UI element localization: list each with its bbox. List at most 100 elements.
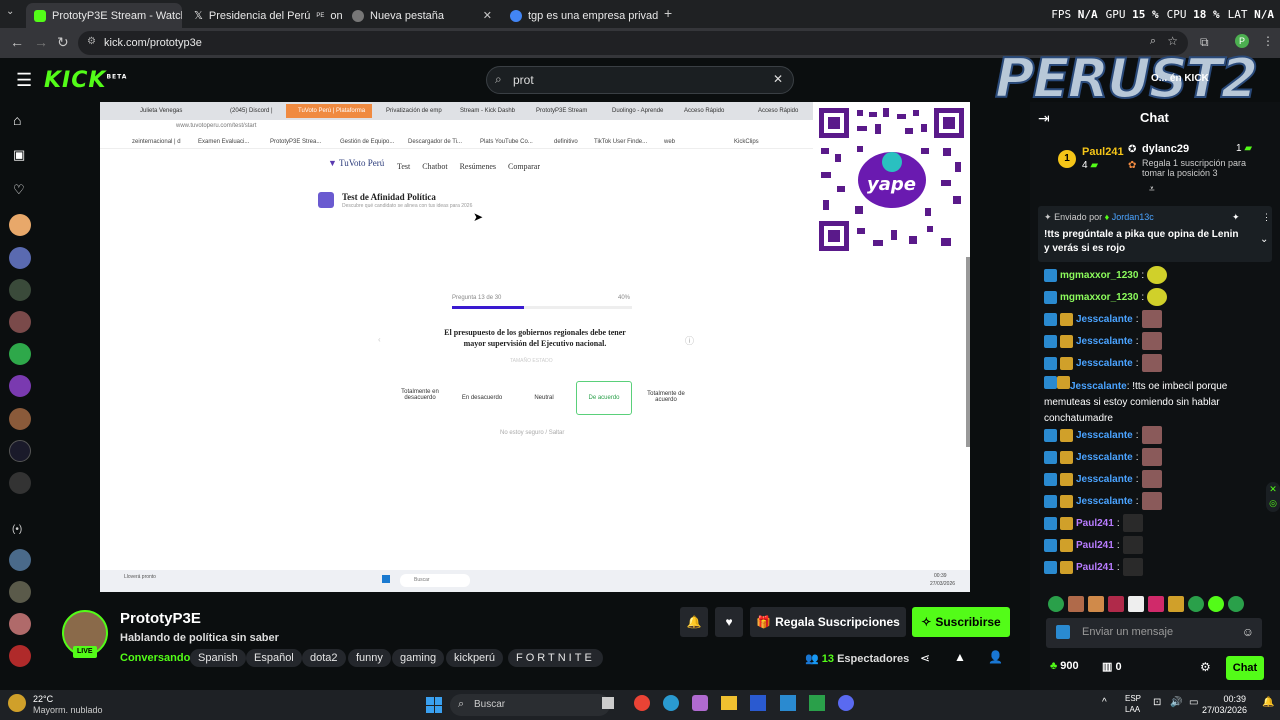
scrollbar[interactable]: [966, 257, 970, 447]
info-icon[interactable]: ⓘ: [685, 334, 694, 347]
tag-chip[interactable]: funny: [348, 649, 391, 667]
volume-icon[interactable]: 🔊: [1170, 697, 1182, 708]
windows-start-icon[interactable]: [426, 697, 442, 713]
emote-icon[interactable]: [1168, 596, 1184, 612]
chat-username[interactable]: Jesscalante: [1076, 314, 1133, 325]
emote-icon[interactable]: [1088, 596, 1104, 612]
emote-icon[interactable]: [1108, 596, 1124, 612]
chat-username[interactable]: Paul241: [1076, 518, 1114, 529]
chevron-down-icon[interactable]: ⌄: [1260, 234, 1268, 245]
gift-subs-button[interactable]: 🎁 Regala Suscripciones: [750, 607, 906, 637]
followed-channel-avatar[interactable]: [9, 247, 31, 269]
gift-count[interactable]: ▥ 0: [1102, 660, 1122, 673]
tab-search-icon[interactable]: ⌄: [6, 6, 14, 17]
answer-option[interactable]: Totalmente de acuerdo: [638, 391, 694, 403]
recommended-channel-avatar[interactable]: [9, 581, 31, 603]
clock-date[interactable]: 27/03/2026: [1202, 705, 1247, 715]
followed-channel-avatar[interactable]: [9, 472, 31, 494]
report-icon[interactable]: ▲: [954, 650, 966, 664]
chat-username[interactable]: Paul241: [1076, 540, 1114, 551]
unpin-icon[interactable]: ✦: [1232, 212, 1240, 223]
browse-icon[interactable]: ▣: [13, 147, 25, 163]
chat-username[interactable]: Jesscalante: [1076, 452, 1133, 463]
network-icon[interactable]: ⊡: [1153, 697, 1161, 708]
chat-username[interactable]: Jesscalante: [1076, 336, 1133, 347]
chrome-icon[interactable]: [634, 695, 650, 711]
tag-chip[interactable]: gaming: [392, 649, 445, 667]
recommended-channel-avatar[interactable]: [9, 613, 31, 635]
tag-chip[interactable]: dota2: [302, 649, 346, 667]
chat-username[interactable]: Jesscalante: [1076, 358, 1133, 369]
subscribe-button[interactable]: ✧ Suscribirse: [912, 607, 1010, 637]
followed-channel-avatar[interactable]: [9, 343, 31, 365]
tab-tgp[interactable]: tgp es una empresa privada o p ✕: [502, 3, 658, 28]
user-settings-icon[interactable]: 👤: [988, 650, 1003, 664]
chat-input[interactable]: Enviar un mensaje ☺: [1046, 618, 1262, 648]
recommended-channel-avatar[interactable]: [9, 645, 31, 667]
reload-icon[interactable]: ↻: [57, 34, 69, 51]
following-heart-icon[interactable]: ♡: [13, 182, 25, 198]
chat-username[interactable]: Jesscalante: [1070, 381, 1127, 392]
menu-icon[interactable]: ⋮: [1262, 34, 1274, 48]
emote-icon[interactable]: [1208, 596, 1224, 612]
notification-bell-icon[interactable]: 🔔: [680, 607, 708, 637]
close-icon[interactable]: ✕: [483, 9, 492, 22]
followed-channel-avatar[interactable]: [9, 440, 31, 462]
followed-channel-avatar[interactable]: [9, 311, 31, 333]
new-tab-button[interactable]: +: [664, 5, 672, 21]
expand-leaderboard-icon[interactable]: ⩡: [1149, 184, 1155, 195]
tab-nueva[interactable]: Nueva pestaña ✕: [344, 3, 500, 28]
send-chat-button[interactable]: Chat: [1226, 656, 1264, 680]
home-icon[interactable]: ⌂: [13, 112, 21, 128]
task-view-icon[interactable]: [602, 697, 614, 709]
emote-icon[interactable]: [1228, 596, 1244, 612]
search-input[interactable]: ⌕ prot ✕: [486, 66, 794, 94]
chat-username[interactable]: mgmaxxor_1230: [1060, 292, 1138, 303]
chat-username[interactable]: Jesscalante: [1076, 430, 1133, 441]
clock-time[interactable]: 00:39: [1208, 694, 1246, 704]
weather-icon[interactable]: [8, 694, 26, 712]
forward-icon[interactable]: →: [34, 34, 48, 50]
tag-chip[interactable]: FORTNITE: [508, 649, 603, 667]
chat-username[interactable]: Jesscalante: [1076, 496, 1133, 507]
emote-icon[interactable]: [1068, 596, 1084, 612]
edge-icon[interactable]: [663, 695, 679, 711]
category-link[interactable]: Conversando: [120, 652, 190, 664]
collapse-chat-icon[interactable]: ⇥: [1038, 110, 1050, 127]
emote-icon[interactable]: [1128, 596, 1144, 612]
chat-username[interactable]: Paul241: [1076, 562, 1114, 573]
settings-gear-icon[interactable]: ⚙: [1200, 660, 1211, 674]
tag-chip[interactable]: Spanish: [190, 649, 246, 667]
share-icon[interactable]: ⋖: [920, 651, 930, 665]
store-icon[interactable]: [750, 695, 766, 711]
back-icon[interactable]: ←: [10, 34, 24, 50]
emote-icon[interactable]: [1148, 596, 1164, 612]
prev-icon[interactable]: ‹: [378, 335, 381, 344]
channel-name[interactable]: PrototyP3E: [120, 610, 201, 627]
outlook-icon[interactable]: [780, 695, 796, 711]
answer-option[interactable]: Totalmente en desacuerdo: [392, 389, 448, 401]
chat-username[interactable]: Jesscalante: [1076, 474, 1133, 485]
followed-channel-avatar[interactable]: [9, 408, 31, 430]
more-icon[interactable]: ⋮: [1262, 212, 1271, 223]
emote-icon[interactable]: [1188, 596, 1204, 612]
answer-option-selected[interactable]: De acuerdo: [576, 381, 632, 415]
hamburger-icon[interactable]: ☰: [16, 70, 32, 91]
chevron-up-icon[interactable]: ^: [1102, 697, 1107, 708]
leaderboard-user[interactable]: dylanc29: [1142, 143, 1189, 155]
taskbar-search[interactable]: ⌕ Buscar: [450, 694, 610, 716]
answer-option[interactable]: En desacuerdo: [454, 395, 510, 401]
notifications-icon[interactable]: 🔔: [1262, 697, 1274, 708]
recommended-channel-avatar[interactable]: [9, 549, 31, 571]
emoji-icon[interactable]: ☺: [1242, 625, 1254, 639]
followed-channel-avatar[interactable]: [9, 279, 31, 301]
tag-chip[interactable]: kickperú: [446, 649, 503, 667]
skip-link[interactable]: No estoy seguro / Saltar: [500, 430, 564, 436]
answer-option[interactable]: Neutral: [516, 395, 572, 401]
language-indicator[interactable]: ESP: [1125, 694, 1141, 703]
tab-kick[interactable]: PrototyP3E Stream - Watch Live ✕: [26, 3, 182, 28]
excel-icon[interactable]: [809, 695, 825, 711]
channel-points[interactable]: ♣ 900: [1050, 660, 1079, 672]
file-explorer-icon[interactable]: [721, 696, 737, 710]
follow-heart-icon[interactable]: ♥: [715, 607, 743, 637]
